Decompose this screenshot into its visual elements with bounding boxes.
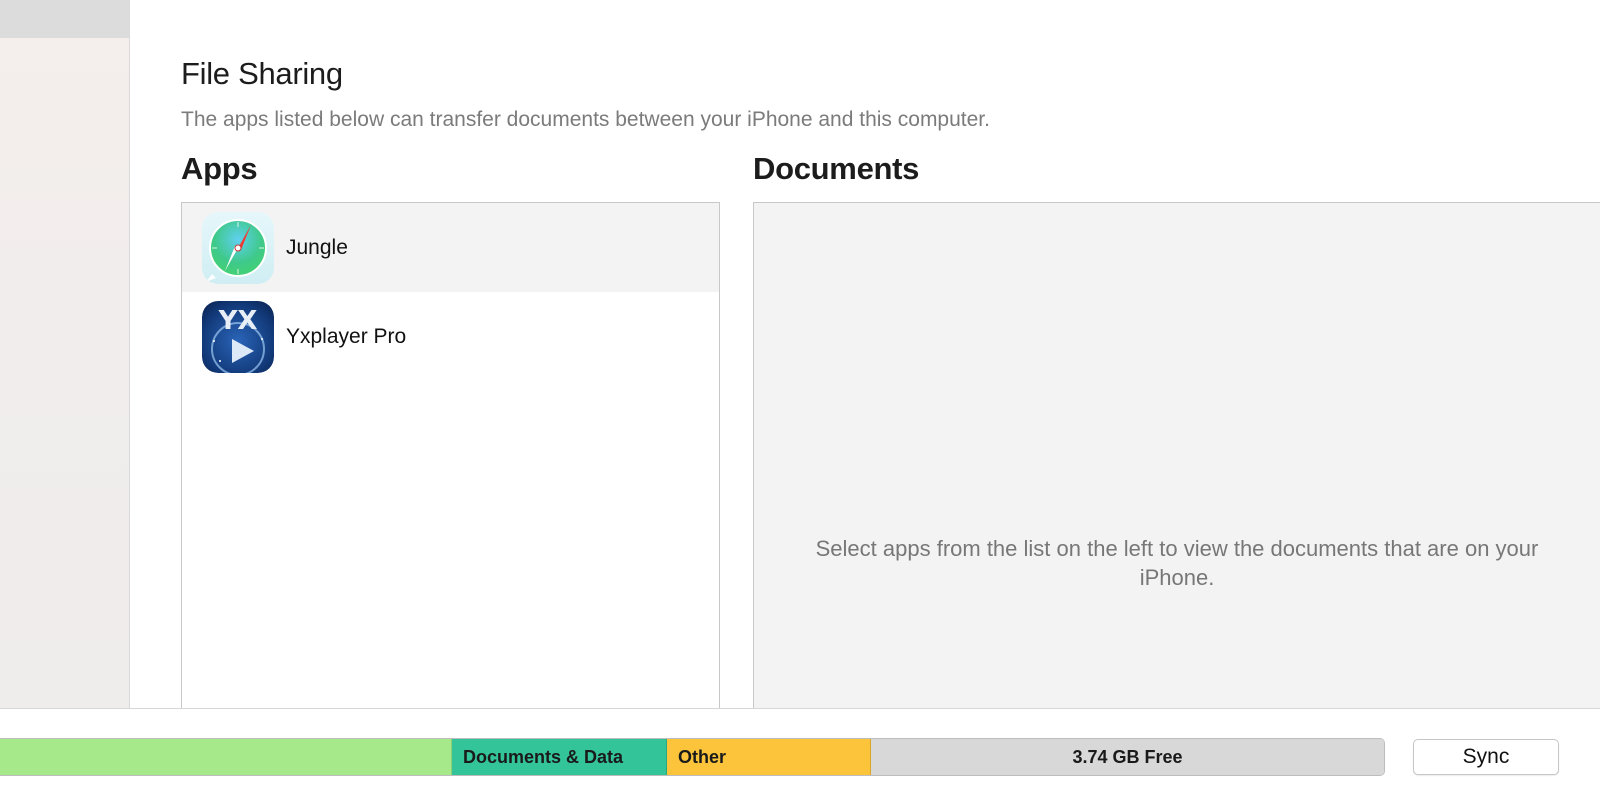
storage-segment-free: 3.74 GB Free: [871, 739, 1384, 775]
compass-icon: [202, 211, 274, 284]
documents-empty-message: Select apps from the list on the left to…: [815, 536, 1539, 590]
storage-segment-label: Other: [678, 746, 727, 767]
app-row-yxplayer[interactable]: YX Yxplayer Pro: [182, 292, 719, 381]
sidebar: [0, 0, 130, 708]
storage-bar: Documents & Data Other 3.74 GB Free: [0, 738, 1385, 776]
storage-segment-label: Documents & Data: [463, 746, 624, 767]
svg-text:YX: YX: [218, 306, 258, 336]
sync-button[interactable]: Sync: [1413, 739, 1559, 775]
footer-divider: [0, 708, 1600, 709]
storage-segment-apps: [0, 739, 452, 775]
storage-segment-documents: Documents & Data: [452, 739, 667, 775]
sidebar-selected-item[interactable]: [0, 0, 129, 38]
apps-list: Jungle YX Yxplayer Pro: [181, 202, 720, 708]
app-row-jungle[interactable]: Jungle: [182, 203, 719, 292]
page-description: The apps listed below can transfer docum…: [181, 108, 990, 131]
main-content: File Sharing The apps listed below can t…: [131, 0, 1600, 708]
page-title: File Sharing: [181, 56, 343, 91]
documents-panel: Select apps from the list on the left to…: [753, 202, 1600, 708]
apps-heading: Apps: [181, 151, 258, 186]
app-name: Yxplayer Pro: [286, 324, 407, 348]
storage-segment-other: Other: [667, 739, 871, 775]
app-name: Jungle: [286, 235, 348, 259]
storage-segment-label: 3.74 GB Free: [1072, 746, 1183, 767]
documents-heading: Documents: [753, 151, 920, 186]
yxplayer-icon: YX: [202, 300, 274, 373]
